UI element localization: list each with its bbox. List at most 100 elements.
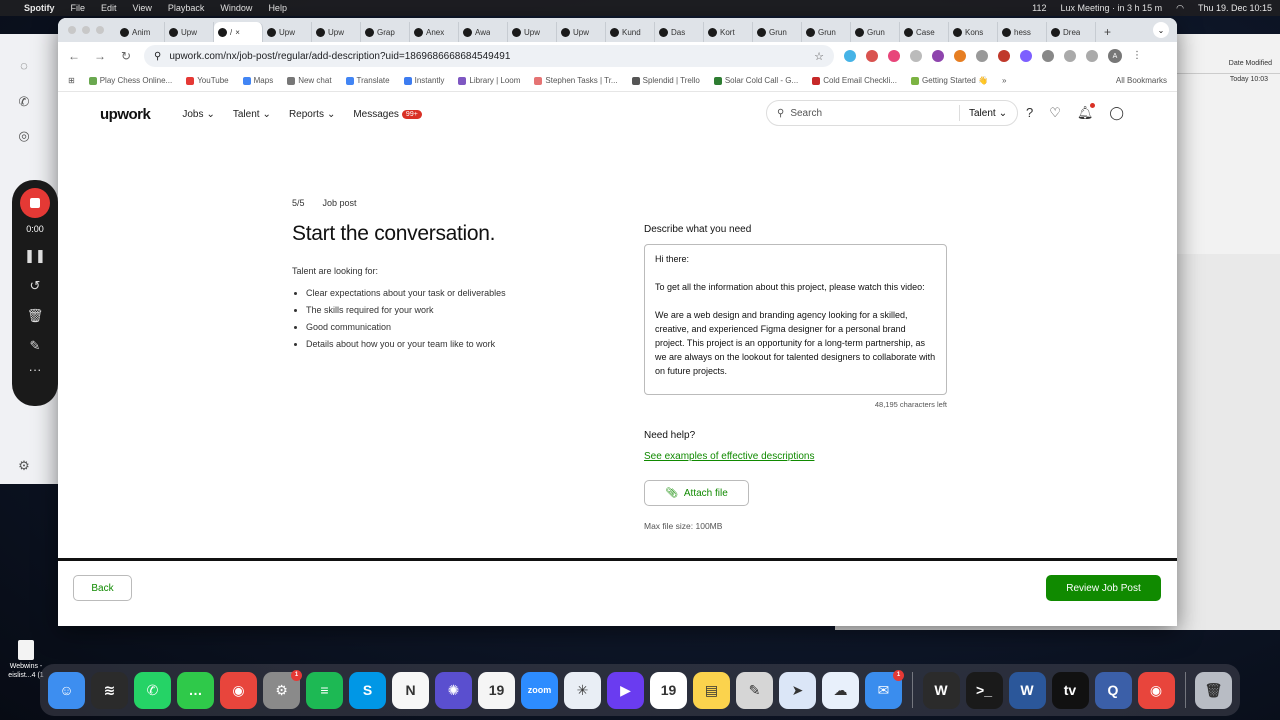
reading-list-icon[interactable] — [1064, 50, 1076, 62]
examples-link[interactable]: See examples of effective descriptions — [644, 451, 814, 462]
nav-messages[interactable]: Messages 99+ — [353, 109, 422, 120]
zoom-window-button[interactable] — [96, 26, 104, 34]
settings-icon[interactable]: ⚙ — [16, 458, 32, 474]
close-tab-icon[interactable]: × — [235, 28, 240, 37]
finder-row-date[interactable]: Today 10:03 — [1171, 74, 1280, 85]
restart-icon[interactable]: ↺ — [30, 278, 41, 294]
bookmark-item[interactable]: Maps — [242, 76, 273, 85]
minimize-window-button[interactable] — [82, 26, 90, 34]
extension-orange-icon[interactable] — [954, 50, 966, 62]
bookmark-item[interactable]: Instantly — [403, 76, 444, 85]
extension-shield-icon[interactable] — [910, 50, 922, 62]
maps-arrow-icon[interactable]: ➤ — [779, 671, 816, 709]
whatsapp-icon[interactable]: ✆ — [134, 671, 171, 709]
bookmark-item[interactable]: Stephen Tasks | Tr... — [534, 76, 618, 85]
voice-memos-icon[interactable]: ≋ — [91, 671, 128, 709]
profile-avatar[interactable]: A — [1108, 49, 1122, 63]
extensions-puzzle-icon[interactable] — [1042, 50, 1054, 62]
mail-icon[interactable]: ✉ 1 — [865, 669, 904, 709]
bookmark-star-icon[interactable]: ☆ — [814, 50, 824, 63]
chrome-menu-icon[interactable]: ⋮ — [1132, 50, 1144, 62]
notes-icon[interactable]: ▤ — [693, 671, 730, 709]
quicktime-icon[interactable]: Q — [1094, 671, 1132, 709]
pause-icon[interactable]: ❚❚ — [24, 248, 46, 264]
menu-file[interactable]: File — [71, 3, 86, 13]
browser-tab[interactable]: Das — [655, 22, 704, 42]
calendar-icon[interactable]: 19 — [650, 671, 687, 709]
browser-tab[interactable]: Grap — [361, 22, 410, 42]
search-scope-dropdown[interactable]: Talent ⌄ — [969, 108, 1007, 119]
script-icon[interactable]: ✎ — [736, 671, 773, 709]
address-bar[interactable]: ⚲ upwork.com/nx/job-post/regular/add-des… — [144, 45, 834, 67]
meeting-reminder[interactable]: Lux Meeting · in 3 h 15 m — [1061, 3, 1163, 13]
menu-view[interactable]: View — [133, 3, 152, 13]
perplexity-icon[interactable]: ✺ — [435, 671, 472, 709]
back-arrow-icon[interactable]: ← — [66, 49, 82, 63]
ms-word-icon[interactable]: W — [1008, 671, 1046, 709]
word-w-icon[interactable]: W — [922, 671, 960, 709]
stop-recording-button[interactable] — [20, 188, 50, 218]
browser-tab[interactable]: Kort — [704, 22, 753, 42]
finder-column-header[interactable]: Date Modified — [1171, 54, 1280, 74]
menubar-app-name[interactable]: Spotify — [24, 3, 55, 13]
clock[interactable]: Thu 19. Dec 10:15 — [1198, 3, 1272, 13]
tab-search-chevron-icon[interactable]: ⌄ — [1153, 22, 1169, 38]
extension-desc-icon[interactable] — [866, 50, 878, 62]
browser-tab[interactable]: Upw — [312, 22, 361, 42]
infuse-icon[interactable]: ▶ — [607, 671, 644, 709]
menu-playback[interactable]: Playback — [168, 3, 205, 13]
more-bookmarks-icon[interactable]: » — [1002, 76, 1006, 85]
finder-icon[interactable]: ☺ — [48, 671, 85, 709]
download-icon[interactable] — [1086, 50, 1098, 62]
bookmark-item[interactable]: Play Chess Online... — [88, 76, 172, 85]
extension-gear-icon[interactable] — [1020, 50, 1032, 62]
close-window-button[interactable] — [68, 26, 76, 34]
extension-recycle-icon[interactable] — [976, 50, 988, 62]
browser-tab[interactable]: Grun — [851, 22, 900, 42]
browser-tab[interactable]: Upw — [263, 22, 312, 42]
bookmark-item[interactable]: Getting Started 👋 — [911, 76, 988, 85]
heart-icon[interactable]: ♡ — [1049, 105, 1061, 121]
browser-tab[interactable]: Anex — [410, 22, 459, 42]
terminal-icon[interactable]: >_ — [965, 671, 1003, 709]
back-button[interactable]: Back — [73, 575, 132, 601]
chrome-icon[interactable]: ◉ — [220, 671, 257, 709]
delete-icon[interactable]: 🗑︎ — [27, 308, 44, 324]
pen-icon[interactable]: ✎ — [30, 338, 41, 354]
bookmark-item[interactable]: Splendid | Trello — [631, 76, 700, 85]
user-avatar-icon[interactable]: ◯ — [1109, 105, 1124, 121]
browser-tab[interactable]: Upw — [557, 22, 606, 42]
browser-tab[interactable]: Anim — [116, 22, 165, 42]
help-icon[interactable]: ? — [1026, 105, 1033, 121]
chrome-2-icon[interactable]: ◉ — [1137, 671, 1175, 709]
browser-tab[interactable]: Awa — [459, 22, 508, 42]
browser-tab[interactable]: Case — [900, 22, 949, 42]
battery-status[interactable]: 112 — [1032, 3, 1046, 13]
review-job-post-button[interactable]: Review Job Post — [1046, 575, 1161, 601]
more-icon[interactable]: ··· — [29, 362, 42, 377]
status-icon[interactable]: ◎ — [16, 128, 32, 144]
forward-arrow-icon[interactable]: → — [92, 49, 108, 63]
search-input[interactable]: ⚲ Search Talent ⌄ — [766, 100, 1018, 126]
calendar-19-icon[interactable]: 19 — [478, 671, 515, 709]
browser-tab[interactable]: Kons — [949, 22, 998, 42]
browser-tab[interactable]: Upw — [508, 22, 557, 42]
bookmark-item[interactable]: Solar Cold Call - G... — [713, 76, 798, 85]
nav-reports[interactable]: Reports ⌄ — [289, 109, 335, 120]
browser-tab[interactable]: hess — [998, 22, 1047, 42]
upwork-logo[interactable]: upwork — [100, 106, 151, 123]
extension-purple-icon[interactable] — [932, 50, 944, 62]
cloud-icon[interactable]: ☁ — [822, 671, 859, 709]
description-textarea[interactable]: Hi there: To get all the information abo… — [644, 244, 947, 395]
chat-icon[interactable]: ◌ — [16, 58, 32, 74]
zoom-icon[interactable]: zoom — [521, 671, 558, 709]
extension-v-icon[interactable] — [844, 50, 856, 62]
reload-icon[interactable]: ↻ — [118, 49, 134, 63]
browser-tab[interactable]: Upw — [165, 22, 214, 42]
bookmark-item[interactable]: YouTube — [186, 76, 229, 85]
new-tab-button[interactable]: + — [1096, 22, 1119, 42]
wifi-icon[interactable]: ◠ — [1176, 3, 1184, 14]
menu-window[interactable]: Window — [220, 3, 252, 13]
extension-pink-icon[interactable] — [888, 50, 900, 62]
browser-tab[interactable]: / × — [214, 22, 263, 42]
